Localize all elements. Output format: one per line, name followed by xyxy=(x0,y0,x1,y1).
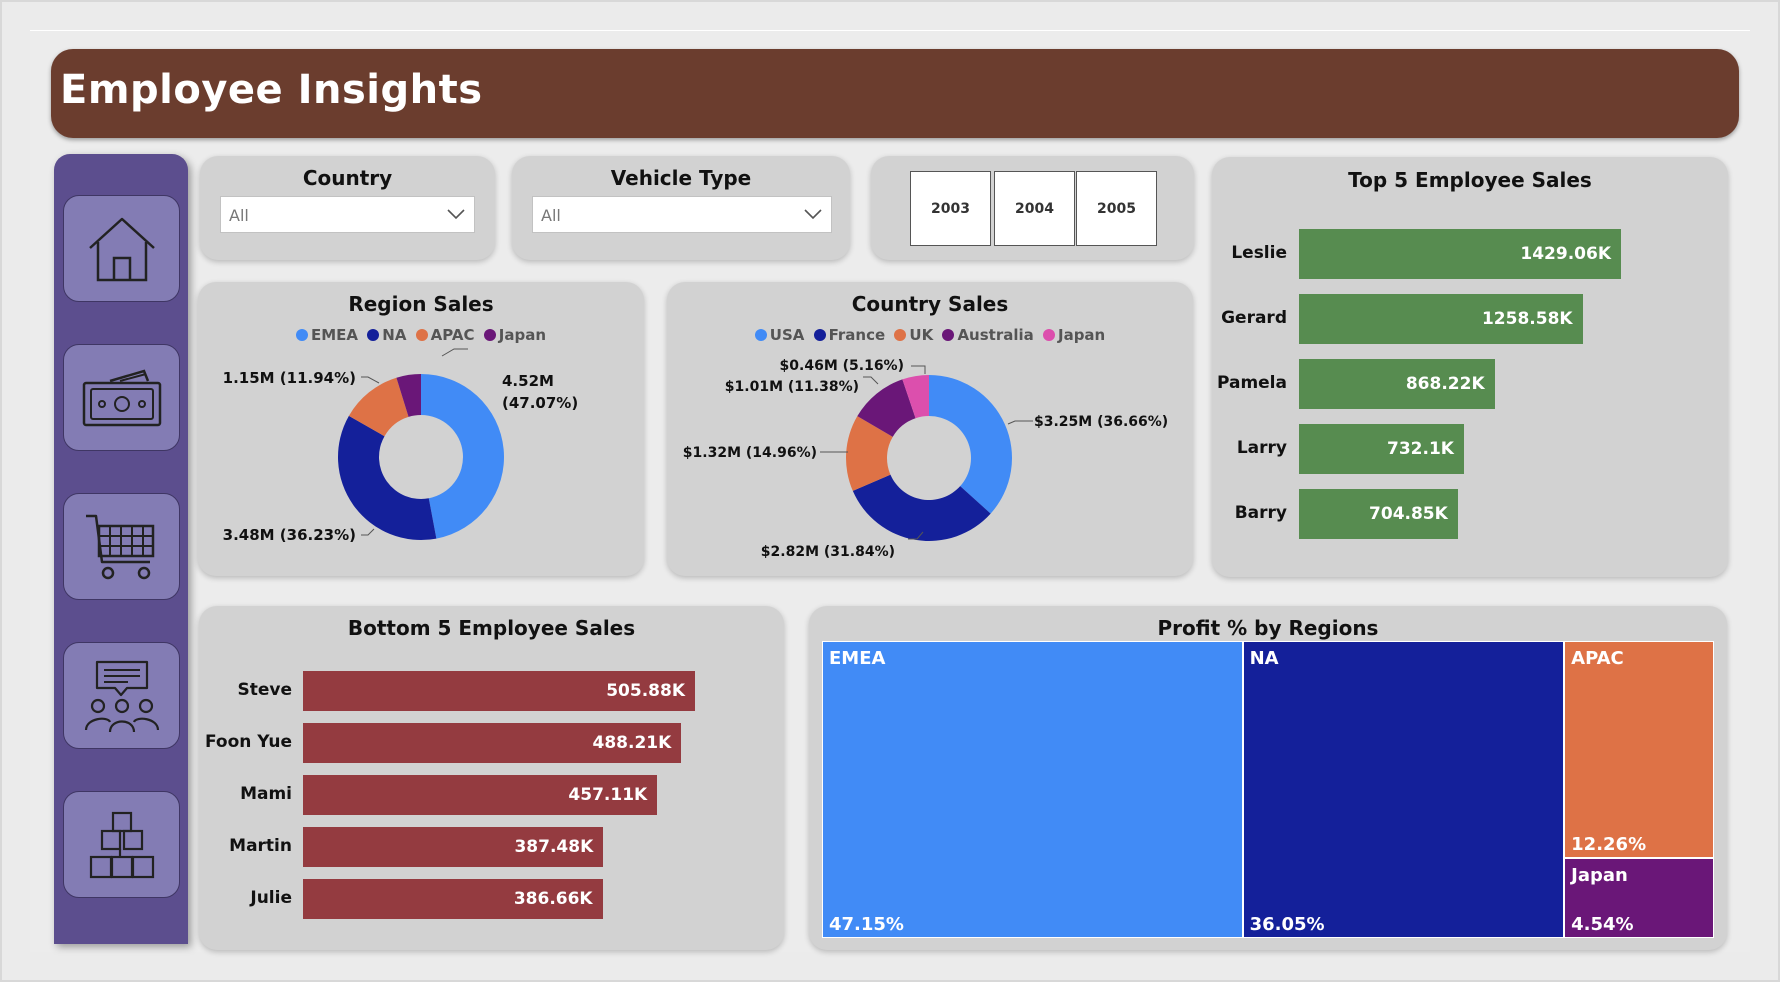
employees-icon xyxy=(84,660,159,732)
treemap-cell-apac[interactable]: APAC 12.26% xyxy=(1564,641,1714,858)
region-label-emea-b: (47.07%) xyxy=(502,394,578,412)
nav-employees-button[interactable] xyxy=(63,642,180,749)
boxes-icon xyxy=(89,811,154,878)
donut-slices xyxy=(338,374,504,540)
donut-slice-emea[interactable] xyxy=(421,374,504,539)
chevron-down-icon xyxy=(804,209,822,220)
sidebar-nav xyxy=(54,154,188,944)
bar-value: 1429.06K xyxy=(1520,244,1611,264)
bar[interactable]: 386.66K xyxy=(303,879,603,919)
vehicle-type-filter-card: Vehicle Type All xyxy=(512,156,850,260)
bar-label: Mami xyxy=(240,784,292,804)
page-title: Employee Insights xyxy=(60,67,483,113)
bar-value: 1258.58K xyxy=(1481,309,1573,329)
treemap-cell-value: 36.05% xyxy=(1249,914,1325,935)
bar-label: Julie xyxy=(250,888,292,908)
treemap-cell-name: NA xyxy=(1249,648,1279,669)
bar-label: Gerard xyxy=(1221,308,1287,328)
region-sales-card: Region Sales EMEA NA APAC Japan 4.52M (4… xyxy=(198,282,644,576)
money-icon xyxy=(82,368,161,426)
bar[interactable]: 488.21K xyxy=(303,723,682,763)
bar[interactable]: 1258.58K xyxy=(1299,294,1583,344)
country-filter-title: Country xyxy=(302,166,393,190)
treemap-cell-japan[interactable]: Japan 4.54% xyxy=(1564,857,1714,938)
country-label-france: $2.82M (31.84%) xyxy=(761,544,895,560)
bottom5-sales-card: Bottom 5 Employee Sales Steve 505.88K Foon… xyxy=(199,606,784,950)
bar-label: Larry xyxy=(1236,438,1287,458)
profit-by-region-title: Profit % by Regions xyxy=(1157,616,1379,640)
bar[interactable]: 704.85K xyxy=(1299,489,1458,539)
bar-label: Martin xyxy=(229,836,292,856)
treemap-cell-na[interactable]: NA 36.05% xyxy=(1242,641,1565,938)
bar[interactable]: 1429.06K xyxy=(1299,229,1621,279)
header-banner: Employee Insights xyxy=(51,49,1739,138)
dashboard-canvas: Employee Insights Country All Vehicle Ty… xyxy=(0,0,1780,982)
treemap-cell-value: 12.26% xyxy=(1571,833,1647,855)
country-label-australia: $1.01M (11.38%) xyxy=(725,379,859,395)
bar-value: 732.1K xyxy=(1387,439,1454,459)
top5-sales-title: Top 5 Employee Sales xyxy=(1348,168,1592,192)
top5-sales-card: Top 5 Employee Sales Leslie 1429.06K Gerar… xyxy=(1212,157,1728,577)
bar-value: 386.66K xyxy=(513,889,593,909)
home-icon xyxy=(88,217,155,281)
bar-label: Steve xyxy=(237,680,292,700)
bar-value: 387.48K xyxy=(514,837,594,857)
country-label-uk: $1.32M (14.96%) xyxy=(683,445,817,461)
bar[interactable]: 505.88K xyxy=(303,671,695,711)
bar-label: Leslie xyxy=(1231,243,1287,263)
bar-value: 868.22K xyxy=(1405,374,1485,394)
country-label-japan: $0.46M (5.16%) xyxy=(780,358,904,374)
bar-value: 488.21K xyxy=(592,733,672,753)
treemap-cell-emea[interactable]: EMEA 47.15% xyxy=(822,641,1243,938)
profit-by-region-card: Profit % by Regions EMEA 47.15% NA 36.05% AP… xyxy=(809,606,1727,950)
country-dropdown-value: All xyxy=(229,206,249,225)
bar-value: 505.88K xyxy=(606,681,685,701)
treemap-cell-value: 47.15% xyxy=(829,914,904,935)
vehicle-type-dropdown-value: All xyxy=(541,206,561,225)
treemap-cell-name: EMEA xyxy=(829,648,886,669)
vehicle-type-dropdown[interactable]: All xyxy=(532,196,832,233)
donut-slices xyxy=(846,375,1012,541)
nav-products-button[interactable] xyxy=(63,791,180,898)
year-2003-button[interactable]: 2003 xyxy=(910,171,991,246)
bar-label: Barry xyxy=(1234,503,1287,523)
chevron-down-icon xyxy=(447,209,465,220)
bar[interactable]: 732.1K xyxy=(1299,424,1464,474)
bottom5-sales-title: Bottom 5 Employee Sales xyxy=(347,616,636,640)
nav-home-button[interactable] xyxy=(63,195,180,302)
treemap-cell-name: Japan xyxy=(1571,864,1628,886)
donut-slice-usa[interactable] xyxy=(929,375,1012,514)
year-2005-button[interactable]: 2005 xyxy=(1076,171,1157,246)
bar-label: Foon Yue xyxy=(204,732,292,752)
bar-label: Pamela xyxy=(1216,373,1287,393)
bar[interactable]: 457.11K xyxy=(303,775,658,815)
treemap-cell-value: 4.54% xyxy=(1571,913,1634,935)
year-2004-button[interactable]: 2004 xyxy=(994,171,1075,246)
region-label-na: 3.48M (36.23%) xyxy=(223,526,356,544)
donut-slice-na[interactable] xyxy=(338,415,437,540)
region-label-apac: 1.15M (11.94%) xyxy=(223,369,356,387)
country-filter-card: Country All xyxy=(200,156,495,260)
nav-sales-button[interactable] xyxy=(63,344,180,451)
vehicle-type-filter-title: Vehicle Type xyxy=(610,166,752,190)
bar-value: 457.11K xyxy=(568,785,648,805)
treemap-cell-name: APAC xyxy=(1571,648,1624,669)
country-sales-card: Country Sales USA France UK Australia Ja… xyxy=(667,282,1193,576)
region-label-emea-a: 4.52M xyxy=(502,372,554,390)
country-dropdown[interactable]: All xyxy=(220,196,475,233)
nav-orders-button[interactable] xyxy=(63,493,180,600)
bar[interactable]: 868.22K xyxy=(1299,359,1495,409)
cart-icon xyxy=(85,514,154,579)
region-sales-donut: 4.52M (47.07%) 1.15M (11.94%) 3.48M (36.… xyxy=(223,348,578,544)
country-sales-donut: $3.25M (36.66%) $2.82M (31.84%) $1.32M (… xyxy=(683,358,1168,560)
country-label-usa: $3.25M (36.66%) xyxy=(1034,414,1168,430)
bar[interactable]: 387.48K xyxy=(303,827,604,867)
bar-value: 704.85K xyxy=(1369,504,1448,524)
